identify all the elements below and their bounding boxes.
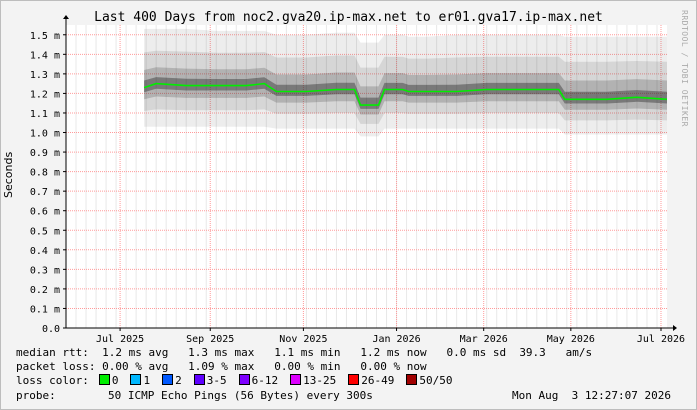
stats-median-rtt: median rtt: 1.2 ms avg 1.3 ms max 1.1 ms… [16, 346, 593, 359]
loss-swatch [162, 374, 174, 385]
loss-swatch [193, 374, 205, 385]
loss-legend-item: 50/50 [406, 374, 452, 387]
x-tick-label: Mar 2026 [460, 334, 508, 345]
y-tick-label: 0.1 m [30, 304, 60, 315]
y-tick-label: 0.9 m [30, 148, 60, 159]
probe-label: probe: [16, 389, 56, 402]
y-tick-label: 0.6 m [30, 207, 60, 218]
loss-swatch [348, 374, 360, 385]
loss-legend-item: 3-5 [193, 374, 227, 387]
y-tick-label: 1.1 m [30, 109, 60, 120]
loss-swatch-label: 50/50 [419, 374, 453, 387]
y-tick-label: 0.5 m [30, 226, 60, 237]
x-tick-label: Sep 2025 [186, 334, 234, 345]
y-tick-label: 1.3 m [30, 70, 60, 81]
loss-legend-item: 26-49 [348, 374, 394, 387]
loss-color-legend: loss color: 0 1 2 3-5 6-12 13-25 26-49 50/50 [16, 374, 452, 387]
loss-swatch-label: 1 [143, 374, 151, 387]
loss-swatch [290, 374, 302, 385]
x-tick-label: Jul 2026 [637, 334, 685, 345]
y-tick-label: 1.2 m [30, 89, 60, 100]
loss-legend-item: 0 [98, 374, 119, 387]
stats-packet-loss: packet loss: 0.00 % avg 1.09 % max 0.00 … [16, 360, 427, 373]
y-tick-label: 1.0 m [30, 129, 60, 140]
loss-legend-item: 2 [162, 374, 182, 387]
loss-swatch [238, 374, 250, 385]
loss-swatch [98, 374, 110, 385]
probe-description: 50 ICMP Echo Pings (56 Bytes) every 300s [108, 389, 373, 402]
loss-color-label: loss color: [16, 374, 89, 387]
y-axis-arrow [63, 15, 69, 19]
x-tick-label: Nov 2025 [279, 334, 327, 345]
x-axis-arrow [673, 325, 677, 331]
probe-timestamp: Mon Aug 3 12:27:07 2026 [512, 389, 671, 402]
loss-swatch [406, 374, 418, 385]
y-tick-label: 0.0 [42, 324, 60, 335]
loss-legend-item: 13-25 [290, 374, 336, 387]
loss-swatch-label: 26-49 [361, 374, 395, 387]
x-tick-label: Jul 2025 [96, 334, 144, 345]
y-tick-label: 0.4 m [30, 246, 60, 257]
y-tick-label: 0.8 m [30, 168, 60, 179]
loss-legend-item: 6-12 [238, 374, 279, 387]
y-tick-label: 1.5 m [30, 31, 60, 42]
loss-legend-item: 1 [130, 374, 150, 387]
loss-swatch-label: 3-5 [206, 374, 227, 387]
loss-swatch-label: 6-12 [251, 374, 279, 387]
x-tick-label: Jan 2026 [372, 334, 420, 345]
loss-swatch [130, 374, 142, 385]
loss-swatch-label: 2 [175, 374, 182, 387]
loss-swatch-label: 0 [111, 374, 119, 387]
y-tick-label: 0.3 m [30, 265, 60, 276]
loss-swatch-label: 13-25 [303, 374, 337, 387]
y-tick-label: 0.2 m [30, 285, 60, 296]
y-tick-label: 0.7 m [30, 187, 60, 198]
x-tick-label: May 2026 [547, 334, 595, 345]
y-tick-label: 1.4 m [30, 50, 60, 61]
